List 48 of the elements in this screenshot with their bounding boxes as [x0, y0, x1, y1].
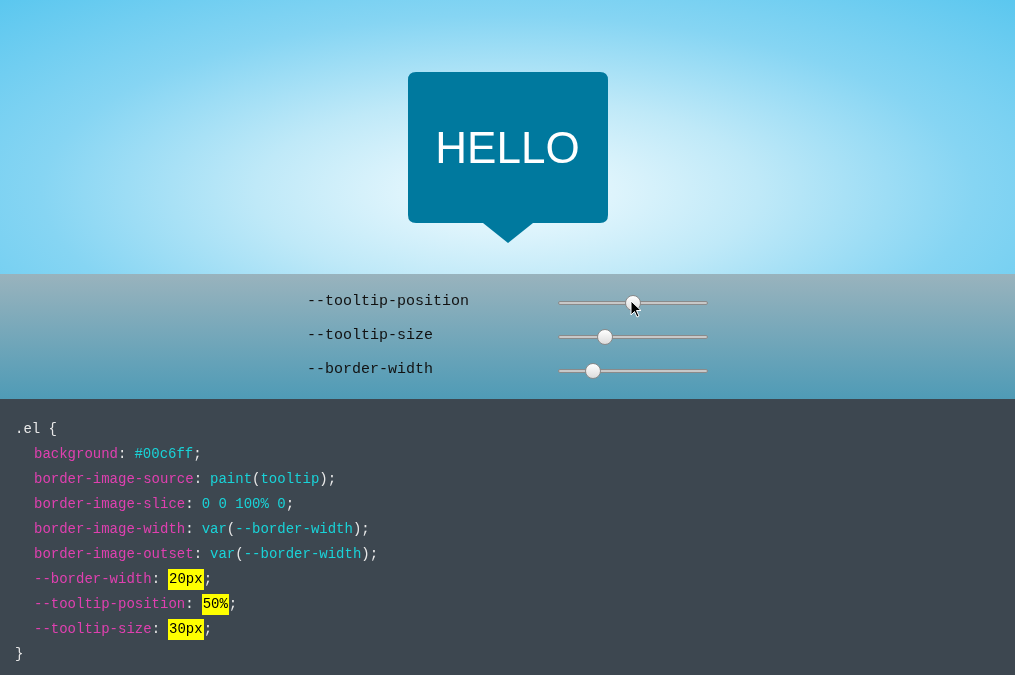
punctuation: ;: [203, 570, 213, 589]
slider[interactable]: [558, 361, 708, 380]
punctuation: ;: [228, 595, 238, 614]
punctuation: :: [193, 470, 203, 489]
punctuation: :: [151, 570, 161, 589]
punctuation: (: [235, 545, 244, 564]
css-property: --tooltip-size: [34, 620, 152, 639]
punctuation: ;: [285, 495, 295, 514]
punctuation: (: [252, 470, 261, 489]
punctuation: :: [185, 520, 194, 539]
punctuation: :: [185, 595, 194, 614]
highlighted-value: 30px: [168, 619, 204, 640]
slider-thumb[interactable]: [596, 328, 613, 345]
slider-thumb[interactable]: [584, 362, 601, 379]
css-property: border-image-outset: [34, 545, 194, 564]
punctuation: ;: [203, 620, 213, 639]
punctuation: :: [118, 445, 127, 464]
slider[interactable]: [558, 327, 708, 346]
slider-label: --border-width: [307, 360, 435, 381]
css-value: tooltip: [260, 470, 320, 489]
punctuation: :: [193, 545, 203, 564]
punctuation: );: [319, 470, 337, 489]
css-value: 0 0 100% 0: [201, 495, 286, 514]
punctuation: }: [15, 645, 24, 664]
css-value: paint: [210, 470, 253, 489]
highlighted-value: 20px: [168, 569, 204, 590]
css-property: border-image-width: [34, 520, 186, 539]
css-value: --border-width: [235, 520, 353, 539]
css-property: border-image-slice: [34, 495, 186, 514]
css-value: var: [210, 545, 236, 564]
css-value: #00c6ff: [134, 445, 194, 464]
highlighted-value: 50%: [201, 594, 229, 615]
css-property: border-image-source: [34, 470, 194, 489]
punctuation: (: [226, 520, 236, 539]
css-value: --border-width: [243, 545, 362, 564]
bubble-text: HELLO: [435, 125, 580, 170]
slider-label: --tooltip-position: [307, 292, 471, 313]
css-property: background: [34, 445, 118, 464]
css-value: var: [201, 520, 227, 539]
punctuation: ;: [193, 445, 202, 464]
punctuation: );: [361, 545, 379, 564]
punctuation: );: [352, 520, 370, 539]
punctuation: :: [185, 495, 194, 514]
css-property: --tooltip-position: [34, 595, 186, 614]
slider-label: --tooltip-size: [307, 326, 435, 347]
css-property: --border-width: [34, 570, 152, 589]
punctuation: .el {: [15, 420, 57, 439]
punctuation: :: [151, 620, 161, 639]
